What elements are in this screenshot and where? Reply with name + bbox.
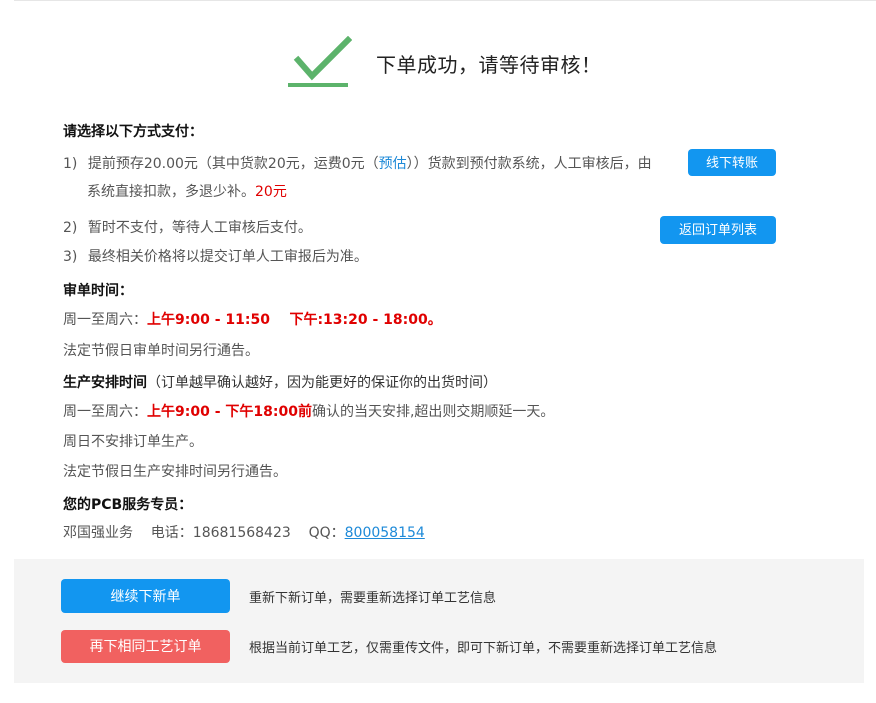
service-info: 邓国强业务 电话：18681568423 QQ：800058154 bbox=[63, 522, 425, 542]
success-message: 下单成功，请等待审核！ bbox=[376, 52, 602, 77]
production-time: 上午9:00 - 下午18:00前 bbox=[147, 404, 312, 420]
order-actions-panel: 继续下新单 重新下新订单，需要重新选择订单工艺信息 再下相同工艺订单 根据当前订… bbox=[14, 559, 864, 683]
payment-option-1: 1) 提前预存20.00元（其中货款20元，运费0元（预估））货款到预付款系统，… bbox=[63, 153, 652, 173]
service-heading: 您的PCB服务专员： bbox=[63, 497, 193, 513]
offline-transfer-button[interactable]: 线下转账 bbox=[688, 149, 776, 176]
same-process-order-button[interactable]: 再下相同工艺订单 bbox=[61, 630, 230, 663]
success-banner: 下单成功，请等待审核！ bbox=[288, 36, 602, 90]
payment-option-1-cont: 系统直接扣款，多退少补。20元 bbox=[87, 181, 287, 201]
production-sunday: 周日不安排订单生产。 bbox=[63, 434, 203, 450]
review-time: 上午9:00 - 11:50 下午:13:20 - 18:00。 bbox=[147, 312, 442, 328]
prepay-amount: 20元 bbox=[255, 184, 287, 200]
qq-link[interactable]: 800058154 bbox=[345, 525, 425, 541]
production-prefix: 周一至周六： bbox=[63, 404, 147, 420]
production-holiday: 法定节假日生产安排时间另行通告。 bbox=[63, 464, 287, 480]
review-holiday: 法定节假日审单时间另行通告。 bbox=[63, 343, 259, 359]
new-order-button[interactable]: 继续下新单 bbox=[61, 579, 230, 613]
option-1-text-a: 提前预存20.00元（其中货款20元，运费0元（ bbox=[87, 156, 379, 172]
payment-heading: 请选择以下方式支付： bbox=[63, 124, 203, 140]
checkmark-icon bbox=[288, 36, 352, 87]
payment-option-3: 3) 最终相关价格将以提交订单人工审报后为准。 bbox=[63, 246, 368, 266]
back-to-order-list-button[interactable]: 返回订单列表 bbox=[660, 216, 776, 244]
production-note: （订单越早确认越好，因为能更好的保证你的出货时间） bbox=[147, 375, 497, 391]
option-1-text-c: 系统直接扣款，多退少补。 bbox=[87, 184, 255, 200]
new-order-note: 重新下新订单，需要重新选择订单工艺信息 bbox=[249, 591, 497, 606]
option-number: 3) bbox=[63, 249, 78, 265]
review-prefix: 周一至周六： bbox=[63, 312, 147, 328]
production-heading-row: 生产安排时间（订单越早确认越好，因为能更好的保证你的出货时间） bbox=[63, 372, 497, 392]
option-number: 1) bbox=[63, 156, 78, 172]
payment-option-2: 2) 暂时不支付，等待人工审核后支付。 bbox=[63, 217, 312, 237]
top-divider bbox=[14, 0, 876, 1]
option-1-text-b: ））货款到预付款系统，人工审核后，由 bbox=[406, 156, 652, 172]
review-heading: 审单时间： bbox=[63, 283, 133, 299]
option-number: 2) bbox=[63, 220, 78, 236]
production-heading: 生产安排时间 bbox=[63, 375, 147, 391]
same-order-note: 根据当前订单工艺，仅需重传文件，即可下新订单，不需要重新选择订单工艺信息 bbox=[249, 641, 718, 656]
production-hours: 周一至周六：上午9:00 - 下午18:00前确认的当天安排,超出则交期顺延一天… bbox=[63, 401, 554, 421]
option-3-text: 最终相关价格将以提交订单人工审报后为准。 bbox=[87, 249, 368, 265]
review-hours: 周一至周六：上午9:00 - 11:50 下午:13:20 - 18:00。 bbox=[63, 309, 442, 329]
estimate-link[interactable]: 预估 bbox=[379, 156, 407, 172]
service-contact: 邓国强业务 电话：18681568423 QQ： bbox=[63, 525, 345, 541]
option-2-text: 暂时不支付，等待人工审核后支付。 bbox=[87, 220, 312, 236]
production-suffix: 确认的当天安排,超出则交期顺延一天。 bbox=[311, 404, 555, 420]
